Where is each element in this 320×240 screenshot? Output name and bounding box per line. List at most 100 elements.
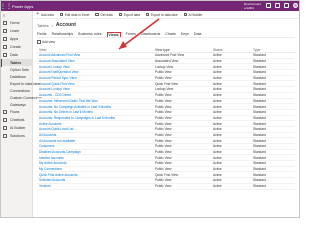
view-name-link[interactable]: Account Lookup View bbox=[37, 65, 155, 69]
sidebar-item-label: Flows bbox=[10, 110, 20, 114]
excel-icon bbox=[59, 12, 64, 17]
view-name-link[interactable]: Accounts: No Campaign Activities in Last… bbox=[37, 105, 155, 109]
help-icon[interactable] bbox=[284, 3, 289, 8]
chevron-right-icon: › bbox=[51, 22, 53, 28]
sidebar-item-create[interactable]: Create bbox=[1, 43, 32, 51]
sidebar-item-label: AI Builder bbox=[10, 126, 26, 130]
view-name-link[interactable]: My Connections bbox=[37, 167, 155, 171]
toolbar-add-data-button[interactable]: + Add data bbox=[36, 12, 53, 17]
table-cell: Standard bbox=[253, 167, 266, 172]
view-name-link[interactable]: All Accounts bbox=[37, 133, 155, 137]
toolbar-export-to-data-lake-button[interactable]: Export to data lake bbox=[145, 13, 178, 17]
table-cell: Standard bbox=[253, 87, 266, 92]
sidebar-item-label: Solutions bbox=[10, 134, 25, 138]
table-cell: Active bbox=[213, 167, 222, 172]
view-name-link[interactable]: Inactive Accounts bbox=[37, 156, 155, 160]
view-name-link[interactable]: My Active Accounts bbox=[37, 161, 155, 165]
view-name-link[interactable]: All Accounts not available bbox=[37, 139, 155, 143]
table-cell: Lookup View bbox=[155, 87, 174, 92]
view-name-link[interactable]: Account Lookup View bbox=[37, 87, 155, 91]
view-name-link[interactable]: Account Advanced Find View bbox=[37, 53, 155, 57]
environment-name: env001 bbox=[244, 6, 254, 10]
toolbar-export-data-button[interactable]: Export data bbox=[118, 12, 140, 17]
sidebar-item-label: Tables bbox=[10, 60, 22, 65]
sidebar-item-learn[interactable]: Learn bbox=[1, 27, 32, 35]
sidebar-item-custom-connectors[interactable]: Custom Connectors bbox=[1, 94, 42, 101]
table-cell: Standard bbox=[253, 172, 266, 177]
database-icon bbox=[3, 53, 7, 57]
table-cell: Public View bbox=[155, 121, 172, 126]
sidebar-item-export-to-data-lake[interactable]: Export to data lake bbox=[1, 80, 40, 87]
table-cell: Public View bbox=[155, 161, 172, 166]
toolbar-edit-data-in-excel-button[interactable]: Edit data in Excel bbox=[59, 12, 89, 17]
column-header-status[interactable]: Status bbox=[213, 48, 253, 52]
table-row[interactable]: Vendors Public View Active Standard bbox=[37, 184, 295, 190]
view-name-link[interactable]: Account Quick Lead List bbox=[37, 127, 155, 131]
table-cell: Active bbox=[213, 110, 222, 115]
export-icon bbox=[118, 12, 123, 17]
sidebar-item-chatbots[interactable]: Chatbots bbox=[1, 116, 32, 124]
sidebar-item-option-sets[interactable]: Option Sets bbox=[1, 66, 32, 73]
view-name-link[interactable]: Accounts: Responded to Campaigns in Last… bbox=[37, 116, 155, 120]
view-name-link[interactable]: Account NotifQuestion View bbox=[37, 70, 155, 74]
sidebar-item-gateways[interactable]: Gateways bbox=[1, 101, 32, 108]
sidebar-item-connections[interactable]: Connections bbox=[1, 87, 32, 94]
bell-icon[interactable] bbox=[266, 3, 271, 8]
sidebar-item-home[interactable]: Home bbox=[1, 19, 32, 27]
view-name-link[interactable]: Selected Accounts bbox=[37, 178, 155, 182]
table-cell: Standard bbox=[253, 150, 266, 155]
table-cell: Public View bbox=[155, 76, 172, 81]
view-name-link[interactable]: Accounts: Influenced Deals That We Won bbox=[37, 99, 155, 103]
view-name-link[interactable]: Vendors bbox=[37, 184, 155, 188]
toolbar-label: Get data bbox=[100, 12, 113, 17]
table-cell: Standard bbox=[253, 59, 266, 64]
waffle-icon[interactable]: ⋮⋮ bbox=[1, 1, 12, 11]
environment-picker[interactable]: Environment env001 bbox=[244, 2, 261, 10]
table-cell: Public View bbox=[155, 178, 172, 183]
table-cell: Active bbox=[213, 138, 222, 143]
table-cell: Active bbox=[213, 121, 222, 126]
view-name-link[interactable]: Customers bbox=[37, 144, 155, 148]
plus-icon bbox=[37, 40, 41, 44]
sidebar-item-label: Connections bbox=[10, 88, 30, 93]
column-header-type[interactable]: Type bbox=[253, 48, 295, 52]
sidebar-item-dataflows[interactable]: Dataflows bbox=[1, 73, 32, 80]
sidebar-item-ai-builder[interactable]: AI Builder bbox=[1, 124, 32, 132]
gear-icon[interactable] bbox=[275, 3, 280, 8]
view-name-link[interactable]: Account Pardot Sync View bbox=[37, 76, 155, 80]
view-name-link[interactable]: Account Associated View bbox=[37, 59, 155, 63]
table-cell: Standard bbox=[253, 121, 266, 126]
table-cell: Active bbox=[213, 87, 222, 92]
apps-icon bbox=[3, 37, 7, 41]
toolbar-get-data-button[interactable]: Get data bbox=[95, 12, 113, 17]
table-cell: Active bbox=[213, 161, 222, 166]
add-view-button[interactable]: Add view bbox=[42, 40, 55, 44]
table-cell: Standard bbox=[253, 144, 266, 149]
table-cell: Standard bbox=[253, 81, 266, 86]
sidebar-item-flows[interactable]: Flows bbox=[1, 108, 32, 116]
table-cell: Active bbox=[213, 115, 222, 120]
sidebar-item-apps[interactable]: Apps bbox=[1, 35, 32, 43]
view-name-link[interactable]: Disabled Accounts Campaign bbox=[37, 150, 155, 154]
table-cell: Public View bbox=[155, 110, 172, 115]
table-cell: Active bbox=[213, 64, 222, 69]
table-cell: Standard bbox=[253, 93, 266, 98]
view-name-link[interactable]: Account Quick Find View bbox=[37, 82, 155, 86]
table-cell: Public View bbox=[155, 132, 172, 137]
avatar[interactable] bbox=[293, 3, 298, 8]
column-header-view[interactable]: View bbox=[37, 48, 155, 52]
sidebar-item-data[interactable]: Data bbox=[1, 51, 32, 59]
view-name-link[interactable]: Quick Find Active Accounts bbox=[37, 173, 155, 177]
table-cell: Public View bbox=[155, 98, 172, 103]
table-cell: Standard bbox=[253, 132, 266, 137]
view-name-link[interactable]: Active Accounts bbox=[37, 122, 155, 126]
toolbar-ai-builder-button[interactable]: AI Builder bbox=[183, 13, 202, 17]
column-header-view-type[interactable]: View type bbox=[155, 48, 213, 52]
breadcrumb-parent[interactable]: Tables bbox=[37, 23, 49, 28]
view-name-link[interactable]: Accounts: No Orders in Last 6 Months bbox=[37, 110, 155, 114]
view-name-link[interactable]: Accounts - CDS Demo bbox=[37, 93, 155, 97]
table-cell: Lookup View bbox=[155, 64, 174, 69]
hamburger-icon[interactable]: ≡ bbox=[1, 11, 32, 19]
sidebar-item-solutions[interactable]: Solutions bbox=[1, 132, 32, 140]
sidebar-item-tables[interactable]: Tables bbox=[1, 59, 32, 66]
